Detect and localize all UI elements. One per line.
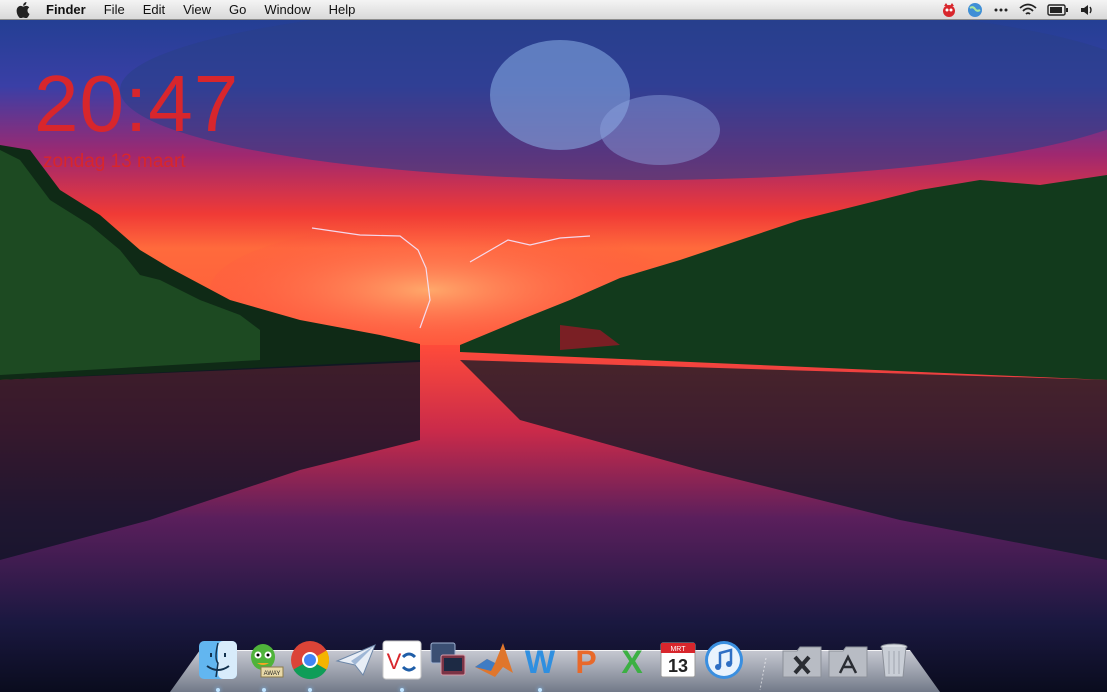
applications-folder-icon[interactable] — [826, 638, 870, 682]
wifi-icon[interactable] — [1019, 3, 1037, 17]
clock-date: zondag 13 maart — [43, 151, 186, 172]
running-indicator — [400, 688, 404, 692]
chrome-icon[interactable] — [288, 638, 332, 692]
calendar-icon[interactable]: MRT 13 — [656, 638, 700, 682]
calendar-month: MRT — [670, 646, 686, 653]
running-indicator — [538, 688, 542, 692]
powerpoint-icon[interactable]: P — [564, 638, 608, 682]
clock-time: 20:47 — [34, 59, 240, 148]
volume-icon[interactable] — [1079, 3, 1095, 17]
ellipsis-icon[interactable] — [993, 6, 1009, 14]
word-icon[interactable]: W — [518, 638, 562, 692]
mail-send-icon[interactable] — [334, 638, 378, 682]
finder-icon[interactable] — [196, 638, 240, 692]
vnc-icon[interactable]: V — [380, 638, 424, 692]
excel-letter: X — [621, 644, 643, 680]
growl-icon[interactable] — [941, 2, 957, 18]
powerpoint-letter: P — [575, 644, 596, 680]
battery-icon[interactable] — [1047, 3, 1069, 16]
trash-icon[interactable] — [872, 638, 916, 682]
menu-view[interactable]: View — [174, 0, 220, 19]
remote-desktop-icon[interactable] — [426, 638, 470, 682]
matlab-icon[interactable] — [472, 638, 516, 682]
running-indicator — [216, 688, 220, 692]
x11-folder-icon[interactable] — [780, 638, 824, 682]
word-letter: W — [525, 644, 556, 680]
menu-app-finder[interactable]: Finder — [40, 0, 95, 19]
itunes-icon[interactable] — [702, 638, 746, 682]
running-indicator — [308, 688, 312, 692]
menu-help[interactable]: Help — [320, 0, 365, 19]
menu-go[interactable]: Go — [220, 0, 255, 19]
menu-bar: Finder File Edit View Go Window Help — [0, 0, 1107, 20]
menu-file[interactable]: File — [95, 0, 134, 19]
running-indicator — [262, 688, 266, 692]
adium-icon[interactable]: AWAY — [242, 638, 286, 692]
globe-icon[interactable] — [967, 2, 983, 18]
vnc-letter: V — [387, 649, 402, 674]
apple-icon[interactable] — [14, 1, 32, 19]
excel-icon[interactable]: X — [610, 638, 654, 682]
menu-window[interactable]: Window — [255, 0, 319, 19]
menu-edit[interactable]: Edit — [134, 0, 174, 19]
adium-away-badge: AWAY — [264, 671, 281, 677]
dock: AWAY V W P X MRT 13 — [196, 630, 916, 692]
status-menus — [941, 2, 1095, 18]
calendar-day: 13 — [668, 656, 688, 676]
